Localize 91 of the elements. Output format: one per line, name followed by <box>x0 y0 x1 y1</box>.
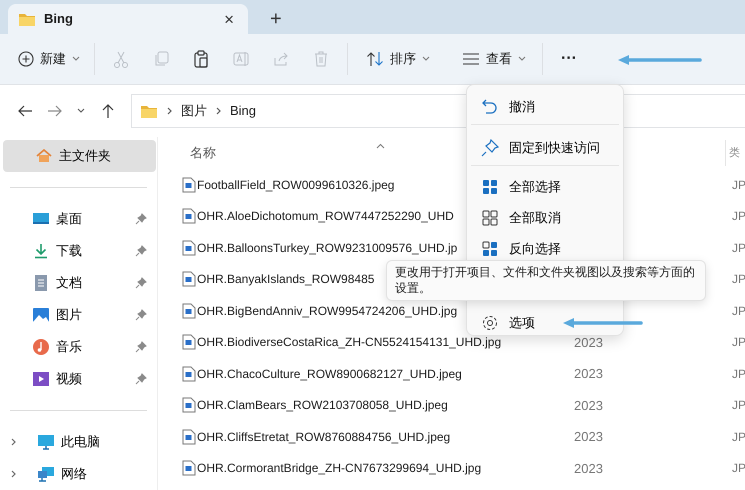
chevron-icon <box>215 106 222 115</box>
download-icon <box>32 242 50 260</box>
sidebar-item[interactable]: 音乐 <box>0 331 157 363</box>
pin-icon <box>481 138 499 156</box>
folder-icon <box>18 11 36 27</box>
image-file-icon <box>182 334 196 350</box>
clipboard-icon[interactable] <box>192 50 210 68</box>
file-type: JP <box>732 397 745 414</box>
file-date: 2023 <box>574 396 604 414</box>
plus-circle-icon <box>18 50 34 67</box>
document-icon <box>32 274 50 292</box>
chevron-icon[interactable] <box>10 438 17 446</box>
undo-icon <box>481 98 499 116</box>
view-button[interactable]: 查看 <box>454 45 534 73</box>
breadcrumb-item[interactable]: Bing <box>230 101 256 121</box>
list-icon <box>462 52 480 66</box>
image-icon <box>32 306 50 324</box>
new-tab-button[interactable]: + <box>264 9 288 29</box>
file-type: JP <box>732 176 745 194</box>
network-icon <box>37 465 55 483</box>
pin-icon <box>135 245 147 257</box>
sidebar-item[interactable]: 图片 <box>0 299 157 331</box>
file-type: JP <box>732 240 745 257</box>
forward-icon[interactable] <box>47 102 63 119</box>
pin-icon <box>135 277 147 289</box>
pin-icon <box>135 373 147 385</box>
image-file-icon <box>182 302 196 319</box>
settings-icon <box>481 314 499 332</box>
column-header[interactable]: 类 <box>729 144 740 162</box>
tab-title: Bing <box>44 10 74 28</box>
up-icon[interactable] <box>100 102 116 119</box>
menu-item[interactable]: 全部取消 <box>471 202 619 233</box>
select-none-icon <box>481 208 499 226</box>
chevron-icon <box>166 106 173 115</box>
file-name[interactable]: OHR.ClamBears_ROW2103708058_UHD.jpeg <box>197 396 574 414</box>
back-icon[interactable] <box>17 102 33 119</box>
more-button[interactable]: ··· <box>553 42 585 75</box>
file-type: JP <box>732 208 745 226</box>
sidebar-item[interactable]: 下载 <box>0 235 157 267</box>
chevron-icon[interactable] <box>10 470 17 478</box>
invert-selection-icon <box>481 240 499 258</box>
image-file-icon <box>182 366 196 382</box>
file-date: 2023 <box>574 365 604 383</box>
new-button[interactable]: 新建 <box>10 45 88 73</box>
sort-button[interactable]: 排序 <box>358 45 438 73</box>
caret-icon <box>72 55 80 62</box>
column-header[interactable]: 名称 <box>190 143 376 163</box>
file-date: 2023 <box>574 460 604 478</box>
sidebar-item[interactable]: 此电脑 <box>0 426 157 458</box>
image-file-icon <box>182 460 196 476</box>
pin-icon <box>135 213 147 225</box>
music-icon <box>32 338 50 356</box>
menu-item[interactable]: 撤消 <box>471 89 619 125</box>
monitor-icon <box>37 433 55 451</box>
video-icon <box>32 370 50 388</box>
file-type: JP <box>732 366 745 383</box>
file-name[interactable]: OHR.CliffsEtretat_ROW8760884756_UHD.jpeg <box>197 428 574 446</box>
home-icon <box>35 147 53 165</box>
caret-icon <box>422 55 430 62</box>
pin-icon <box>135 341 147 353</box>
window-tab[interactable]: Bing × <box>8 4 248 34</box>
image-file-icon <box>182 271 196 288</box>
close-tab-button[interactable]: × <box>220 10 238 28</box>
pin-icon <box>135 309 147 321</box>
file-name[interactable]: OHR.ChacoCulture_ROW8900682127_UHD.jpeg <box>197 364 574 383</box>
sort-caret-icon <box>376 143 385 149</box>
file-type: JP <box>732 271 745 288</box>
file-type: JP <box>732 460 745 478</box>
file-type: JP <box>732 334 745 352</box>
sort-icon <box>366 50 384 67</box>
select-all-icon <box>481 178 499 196</box>
sidebar-item[interactable]: 网络 <box>0 458 157 490</box>
sidebar-item[interactable]: 主文件夹 <box>3 140 156 172</box>
sidebar-item[interactable]: 桌面 <box>0 203 157 235</box>
sidebar-item[interactable]: 视频 <box>0 363 157 395</box>
sidebar-item[interactable]: 文档 <box>0 267 157 299</box>
file-name[interactable]: OHR.CormorantBridge_ZH-CN7673299694_UHD.jpg <box>197 459 574 478</box>
file-type: JP <box>732 428 745 446</box>
file-date: 2023 <box>574 428 604 446</box>
image-file-icon <box>182 176 196 193</box>
caret-icon[interactable] <box>77 106 86 115</box>
menu-item[interactable]: 固定到快速访问 <box>471 130 619 166</box>
caret-icon <box>518 55 526 62</box>
breadcrumb-item[interactable]: 图片 <box>181 101 207 121</box>
file-type: JP <box>732 302 745 320</box>
image-file-icon <box>182 397 196 414</box>
image-file-icon <box>182 240 196 256</box>
image-file-icon <box>182 208 196 224</box>
image-file-icon <box>182 428 196 445</box>
tooltip: 更改用于打开项目、文件和文件夹视图以及搜索等方面的设置。 <box>386 260 706 302</box>
menu-item[interactable]: 全部选择 <box>471 171 619 202</box>
